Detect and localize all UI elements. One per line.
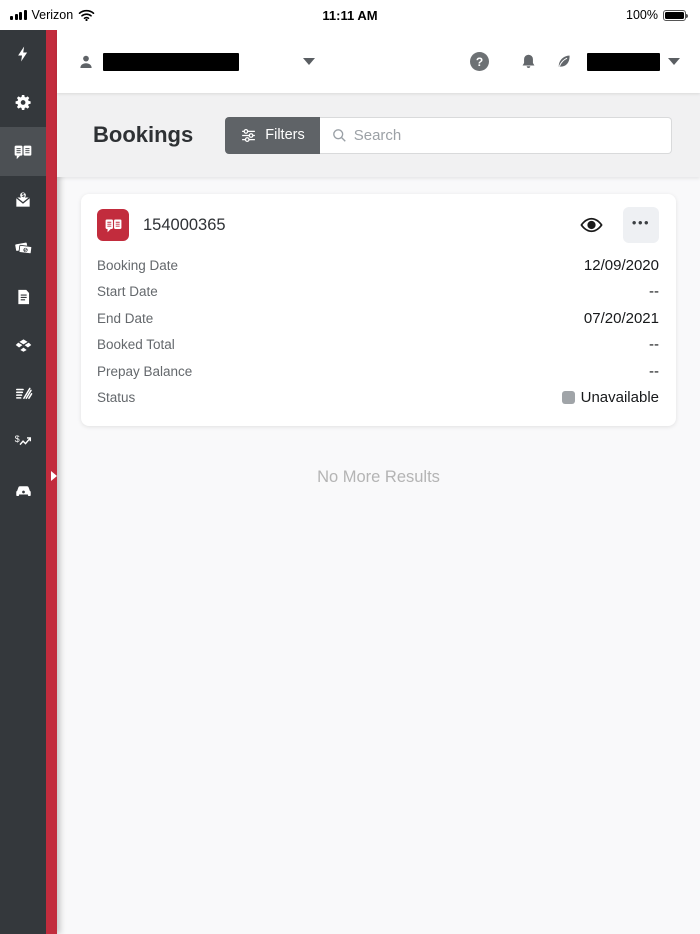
booking-card[interactable]: 154000365 ••• Booking Date 12/09/2020 St… (81, 194, 676, 426)
page-toolbar: Bookings Filters (57, 93, 700, 177)
field-label: Prepay Balance (97, 363, 193, 379)
battery-icon (663, 9, 688, 21)
eye-icon (580, 217, 603, 233)
field-row-booked-total: Booked Total -- (97, 332, 659, 359)
reports-stripes-icon (15, 387, 32, 400)
svg-text:$: $ (24, 248, 27, 253)
view-booking-button[interactable] (576, 212, 607, 238)
leaf-icon (558, 55, 570, 67)
booking-book-icon (105, 219, 121, 233)
svg-text:$: $ (14, 434, 19, 444)
booking-card-header: 154000365 ••• (97, 207, 659, 243)
sliders-icon (242, 128, 256, 142)
sidebar-nav: $ $ $ (0, 30, 57, 934)
more-dots-glyph: ••• (631, 214, 651, 230)
sidebar-item-payments[interactable]: $ (0, 224, 46, 273)
status-value: Unavailable (561, 389, 659, 407)
account-selector[interactable] (77, 52, 315, 71)
sidebar-items: $ $ $ (0, 30, 46, 515)
cash-icon: $ (14, 242, 32, 255)
sidebar-item-documents[interactable] (0, 273, 46, 322)
booking-fields: Booking Date 12/09/2020 Start Date -- En… (97, 252, 659, 411)
field-row-start-date: Start Date -- (97, 279, 659, 306)
app-header: ? (57, 30, 700, 93)
field-label: Booking Date (97, 257, 179, 273)
field-row-end-date: End Date 07/20/2021 (97, 305, 659, 332)
notifications-button[interactable] (519, 52, 538, 72)
chevron-down-icon (668, 58, 680, 65)
filters-button-label: Filters (265, 127, 305, 143)
invoice-envelope-icon: $ (15, 192, 31, 207)
sidebar-item-reports[interactable] (0, 370, 46, 419)
sidebar-expand-handle[interactable] (50, 471, 57, 481)
theme-toggle-button[interactable] (554, 52, 573, 71)
redacted-org-name (587, 52, 660, 71)
field-value: -- (649, 283, 659, 301)
sidebar-accent-strip (46, 30, 57, 934)
open-box-icon (15, 339, 31, 352)
sidebar-item-bookings[interactable] (0, 127, 46, 176)
field-label: Status (97, 390, 136, 406)
person-icon (80, 55, 92, 68)
document-icon (17, 289, 29, 304)
status-indicator-square (561, 391, 575, 405)
booking-id: 154000365 (143, 215, 226, 234)
sidebar-item-settings[interactable] (0, 79, 46, 128)
redacted-account-name (103, 52, 239, 71)
field-value: -- (649, 336, 659, 354)
money-trend-icon: $ (14, 434, 31, 446)
help-glyph: ? (475, 54, 484, 69)
bookings-book-icon (14, 145, 32, 159)
filters-button[interactable]: Filters (225, 116, 320, 154)
sidebar-item-vehicles[interactable] (0, 467, 46, 516)
field-value: -- (649, 362, 659, 380)
chevron-down-icon (303, 58, 315, 65)
svg-text:$: $ (22, 193, 25, 199)
sidebar-item-packages[interactable] (0, 321, 46, 370)
ios-status-bar: Verizon 11:11 AM 100% (0, 0, 700, 30)
more-actions-button[interactable]: ••• (623, 207, 659, 243)
booking-type-badge (97, 209, 129, 241)
header-actions: ? (470, 52, 680, 72)
bell-icon (522, 54, 535, 68)
sidebar-item-finance[interactable]: $ (0, 418, 46, 467)
field-value: 12/09/2020 (583, 256, 659, 274)
field-label: End Date (97, 310, 154, 326)
sidebar-item-quick-actions[interactable] (0, 30, 46, 79)
status-text: Unavailable (580, 389, 659, 407)
sidebar-item-invoices[interactable]: $ (0, 176, 46, 225)
car-icon (15, 486, 31, 497)
results-area: 154000365 ••• Booking Date 12/09/2020 St… (57, 177, 700, 934)
field-row-status: Status Unavailable (97, 385, 659, 412)
field-label: Start Date (97, 284, 158, 300)
filter-search-group: Filters (225, 116, 672, 154)
field-value: 07/20/2021 (583, 309, 659, 327)
field-row-prepay-balance: Prepay Balance -- (97, 358, 659, 385)
clock: 11:11 AM (322, 7, 378, 23)
search-icon (332, 128, 346, 142)
help-button[interactable]: ? (470, 52, 489, 71)
search-input[interactable] (319, 116, 672, 154)
page-title: Bookings (93, 122, 194, 147)
field-label: Booked Total (97, 337, 175, 353)
gear-icon (15, 95, 31, 111)
main-area: ? Bookings Filters Search 154000365 ••• … (57, 30, 700, 934)
no-more-results-message: No More Results (317, 468, 440, 486)
flash-icon (18, 46, 28, 62)
search-field-wrap (319, 116, 672, 154)
field-row-booking-date: Booking Date 12/09/2020 (97, 252, 659, 279)
